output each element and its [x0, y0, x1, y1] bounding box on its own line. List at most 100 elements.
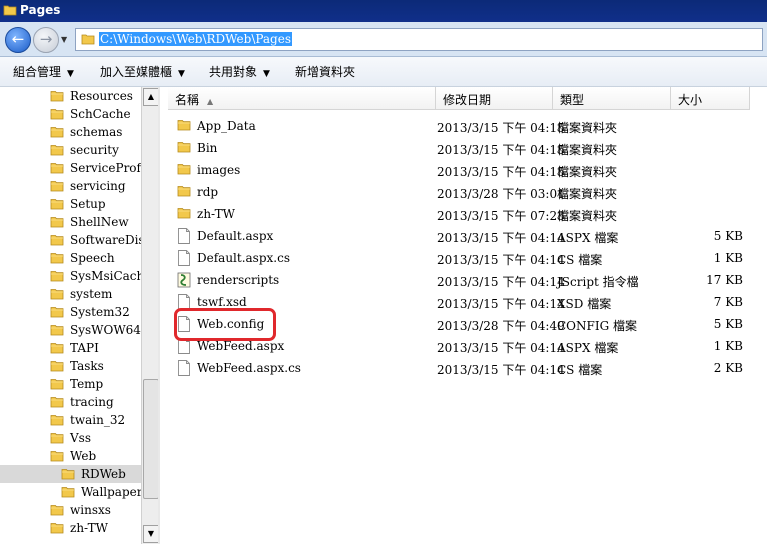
nav-item-label: RDWeb	[81, 467, 126, 481]
file-row[interactable]: images 2013/3/15 下午 04:15 檔案資料夾	[160, 159, 767, 181]
file-row[interactable]: Default.aspx 2013/3/15 下午 04:14 ASPX 檔案 5 K…	[160, 225, 767, 247]
back-arrow-icon: ←	[11, 30, 25, 48]
column-date-label: 修改日期	[443, 93, 492, 107]
nav-item-label: Speech	[70, 251, 115, 265]
file-row[interactable]: WebFeed.aspx.cs 2013/3/15 下午 04:14 CS 檔案 2 …	[160, 357, 767, 379]
file-size: 1 KB	[713, 251, 743, 265]
nav-item-servicing[interactable]: servicing	[0, 177, 141, 195]
nav-item-security[interactable]: security	[0, 141, 141, 159]
file-type: 檔案資料夾	[557, 187, 618, 201]
nav-item-resources[interactable]: Resources	[0, 87, 141, 105]
nav-item-label: Web	[70, 449, 97, 463]
file-name: rdp	[197, 185, 219, 199]
folder-icon	[50, 341, 64, 358]
nav-item-label: Vss	[70, 431, 91, 445]
file-name: Default.aspx	[197, 229, 274, 243]
command-toolbar: 組合管理 ▼ 加入至媒體櫃 ▼ 共用對象 ▼ 新增資料夾	[0, 57, 767, 87]
folder-icon	[50, 359, 64, 376]
nav-item-sysmsicache[interactable]: SysMsiCache	[0, 267, 141, 285]
file-icon	[177, 250, 191, 269]
column-type-label: 類型	[560, 93, 585, 107]
nav-item-label: tracing	[70, 395, 114, 409]
nav-item-system32[interactable]: System32	[0, 303, 141, 321]
folder-icon	[50, 143, 64, 160]
column-size-label: 大小	[678, 93, 703, 107]
folder-icon	[50, 521, 64, 538]
new-folder-button[interactable]: 新增資料夾	[295, 63, 355, 80]
back-button[interactable]: ←	[5, 27, 31, 53]
column-header-name[interactable]: 名稱 ▲	[168, 87, 436, 110]
folder-icon	[61, 467, 75, 484]
file-row[interactable]: renderscripts 2013/3/15 下午 04:14 JScript 指…	[160, 269, 767, 291]
folder-icon	[50, 449, 64, 466]
file-name: App_Data	[197, 119, 256, 133]
nav-item-web[interactable]: Web	[0, 447, 141, 465]
file-row[interactable]: rdp 2013/3/28 下午 03:01 檔案資料夾	[160, 181, 767, 203]
nav-item-label: zh-TW	[70, 521, 109, 535]
add-to-library-menu[interactable]: 加入至媒體櫃 ▼	[100, 63, 185, 80]
file-type: 檔案資料夾	[557, 165, 618, 179]
folder-icon	[177, 162, 191, 179]
file-name: Default.aspx.cs	[197, 251, 290, 265]
title-bar: Pages	[0, 0, 767, 22]
nav-item-tapi[interactable]: TAPI	[0, 339, 141, 357]
address-input[interactable]: C:\Windows\Web\RDWeb\Pages	[75, 28, 763, 51]
file-size: 2 KB	[713, 361, 743, 375]
file-date: 2013/3/15 下午 04:14	[437, 231, 565, 245]
nav-item-label: SchCache	[70, 107, 131, 121]
chevron-down-icon: ▼	[178, 69, 185, 79]
nav-item-label: Resources	[70, 89, 133, 103]
scroll-down-icon[interactable]: ▼	[143, 525, 159, 543]
nav-item-vss[interactable]: Vss	[0, 429, 141, 447]
nav-item-temp[interactable]: Temp	[0, 375, 141, 393]
nav-item-twain-32[interactable]: twain_32	[0, 411, 141, 429]
file-row[interactable]: App_Data 2013/3/15 下午 04:15 檔案資料夾	[160, 115, 767, 137]
nav-item-syswow64[interactable]: SysWOW64	[0, 321, 141, 339]
address-path[interactable]: C:\Windows\Web\RDWeb\Pages	[99, 32, 292, 46]
share-with-menu[interactable]: 共用對象 ▼	[209, 63, 270, 80]
nav-item-tracing[interactable]: tracing	[0, 393, 141, 411]
nav-item-serviceprofiles[interactable]: ServiceProfiles	[0, 159, 141, 177]
column-header-size[interactable]: 大小	[671, 87, 750, 110]
file-name: zh-TW	[197, 207, 236, 221]
folder-icon	[177, 206, 191, 223]
scroll-up-icon[interactable]: ▲	[143, 88, 159, 106]
nav-item-schcache[interactable]: SchCache	[0, 105, 141, 123]
nav-item-setup[interactable]: Setup	[0, 195, 141, 213]
nav-item-tasks[interactable]: Tasks	[0, 357, 141, 375]
nav-item-schemas[interactable]: schemas	[0, 123, 141, 141]
folder-icon	[50, 161, 64, 178]
file-type: ASPX 檔案	[557, 341, 619, 355]
scroll-thumb[interactable]	[143, 379, 159, 499]
nav-item-system[interactable]: system	[0, 285, 141, 303]
file-row[interactable]: zh-TW 2013/3/15 下午 07:23 檔案資料夾	[160, 203, 767, 225]
folder-icon	[50, 89, 64, 106]
file-type: XSD 檔案	[557, 297, 612, 311]
file-icon	[177, 360, 191, 379]
folder-icon	[50, 125, 64, 142]
nav-item-speech[interactable]: Speech	[0, 249, 141, 267]
nav-item-shellnew[interactable]: ShellNew	[0, 213, 141, 231]
nav-item-zh-tw[interactable]: zh-TW	[0, 519, 141, 537]
nav-item-wallpaper[interactable]: Wallpaper	[0, 483, 141, 501]
file-row[interactable]: Default.aspx.cs 2013/3/15 下午 04:14 CS 檔案 1 …	[160, 247, 767, 269]
forward-button[interactable]: →	[33, 27, 59, 53]
organize-menu[interactable]: 組合管理 ▼	[13, 63, 74, 80]
share-with-label: 共用對象	[209, 65, 258, 79]
nav-item-softwaredistrib[interactable]: SoftwareDistrib	[0, 231, 141, 249]
file-date: 2013/3/15 下午 04:15	[437, 165, 565, 179]
history-dropdown-icon[interactable]: ▼	[61, 35, 67, 44]
file-size: 5 KB	[713, 317, 743, 331]
folder-icon	[177, 140, 191, 157]
file-type: 檔案資料夾	[557, 143, 618, 157]
file-row[interactable]: Bin 2013/3/15 下午 04:15 檔案資料夾	[160, 137, 767, 159]
file-size: 7 KB	[713, 295, 743, 309]
nav-item-winsxs[interactable]: winsxs	[0, 501, 141, 519]
column-name-label: 名稱	[175, 93, 200, 107]
column-header-date[interactable]: 修改日期	[436, 87, 553, 110]
column-header-type[interactable]: 類型	[553, 87, 671, 110]
folder-icon	[50, 395, 64, 412]
folder-icon	[50, 305, 64, 322]
nav-item-rdweb[interactable]: RDWeb	[0, 465, 141, 483]
nav-scrollbar[interactable]: ▲ ▼	[141, 87, 159, 544]
